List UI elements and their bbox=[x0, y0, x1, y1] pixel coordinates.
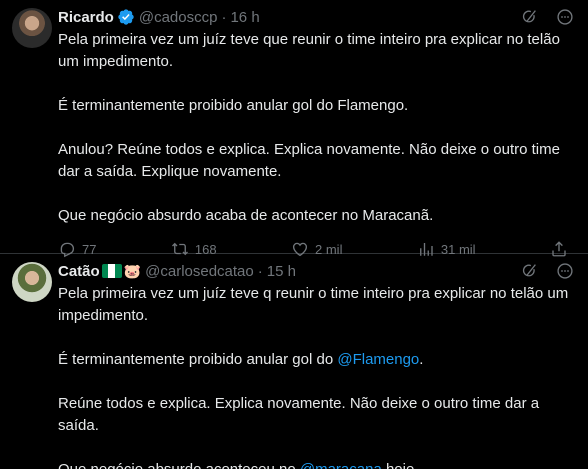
user-handle[interactable]: @carlosedcatao bbox=[145, 263, 254, 280]
tweet-header-actions bbox=[520, 8, 574, 26]
tweet-paragraph: Pela primeira vez um juíz teve que reuni… bbox=[58, 31, 560, 70]
separator-dot: · bbox=[257, 262, 263, 280]
tweet-paragraph: Que negócio absurdo aconteceu no @maraca… bbox=[58, 459, 572, 469]
timestamp[interactable]: 16 h bbox=[230, 9, 259, 26]
tweet-paragraph: Pela primeira vez um juíz teve q reunir … bbox=[58, 285, 569, 324]
user-handle[interactable]: @cadosccp bbox=[139, 9, 218, 26]
tweet-header: Ricardo @cadosccp · 16 h bbox=[58, 6, 572, 28]
avatar[interactable] bbox=[12, 8, 52, 48]
verified-badge-icon bbox=[117, 8, 135, 26]
timestamp[interactable]: 15 h bbox=[267, 263, 296, 280]
tweet-text: Pela primeira vez um juíz teve q reunir … bbox=[58, 283, 572, 469]
display-name[interactable]: Ricardo bbox=[58, 9, 114, 26]
grok-icon[interactable] bbox=[520, 8, 538, 26]
text-segment: hoje. bbox=[382, 461, 419, 469]
mention-link[interactable]: @maracana bbox=[300, 461, 382, 469]
pig-face-icon: 🐷 bbox=[123, 262, 142, 279]
tweet-content: Catão 🐷 @carlosedcatao · 15 h Pela prime… bbox=[58, 260, 572, 469]
tweet-header-actions bbox=[520, 262, 574, 280]
text-segment: . bbox=[419, 351, 424, 368]
grok-icon[interactable] bbox=[520, 262, 538, 280]
avatar[interactable] bbox=[12, 262, 52, 302]
tweet[interactable]: Ricardo @cadosccp · 16 h Pela primeira v… bbox=[0, 0, 588, 258]
tweet-paragraph: É terminantemente proibido anular gol do… bbox=[58, 97, 409, 114]
more-icon[interactable] bbox=[556, 8, 574, 26]
text-segment: Que negócio absurdo aconteceu no bbox=[58, 461, 300, 469]
display-name[interactable]: Catão bbox=[58, 263, 100, 280]
tweet-header: Catão 🐷 @carlosedcatao · 15 h bbox=[58, 260, 572, 282]
mention-link[interactable]: @Flamengo bbox=[337, 351, 419, 368]
tweet-paragraph: Reúne todos e explica. Explica novamente… bbox=[58, 395, 540, 434]
tweet-text: Pela primeira vez um juíz teve que reuni… bbox=[58, 29, 572, 227]
avatar-column bbox=[12, 260, 58, 469]
text-segment: É terminantemente proibido anular gol do bbox=[58, 351, 338, 368]
separator-dot: · bbox=[221, 8, 227, 26]
tweet-content: Ricardo @cadosccp · 16 h Pela primeira v… bbox=[58, 6, 572, 258]
tweet-paragraph: É terminantemente proibido anular gol do… bbox=[58, 349, 572, 371]
tweet-paragraph: Anulou? Reúne todos e explica. Explica n… bbox=[58, 141, 560, 180]
tweet[interactable]: Catão 🐷 @carlosedcatao · 15 h Pela prime… bbox=[0, 254, 588, 469]
nigeria-flag-icon bbox=[101, 264, 122, 278]
tweet-paragraph: Que negócio absurdo acaba de acontecer n… bbox=[58, 207, 434, 224]
more-icon[interactable] bbox=[556, 262, 574, 280]
avatar-column bbox=[12, 6, 58, 253]
